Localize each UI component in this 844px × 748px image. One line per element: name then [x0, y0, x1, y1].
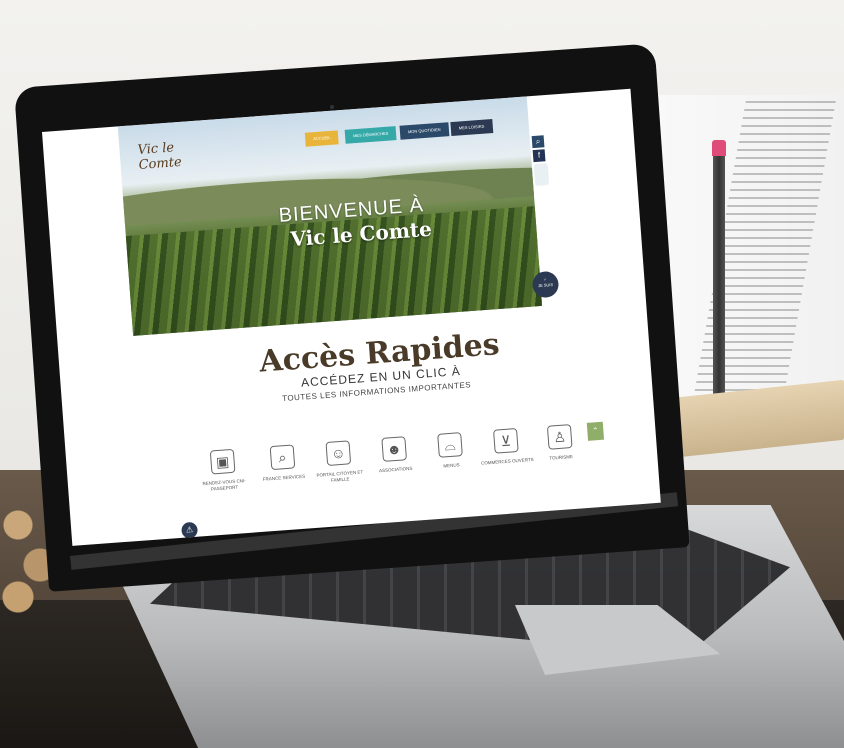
chevron-up-icon: ⌃	[591, 426, 600, 436]
associations-icon: ☻	[381, 436, 408, 462]
warning-icon: ⚠	[185, 525, 194, 535]
quick-link-tourisme[interactable]: ♙ TOURISME	[527, 423, 593, 464]
laptop-screen-website: Vic le Comte ACCUEIL MES DÉMARCHES MON Q…	[42, 88, 661, 546]
hiker-icon: ♙	[546, 424, 573, 450]
pen-cap	[712, 140, 726, 156]
basket-icon: ⊻	[493, 428, 519, 454]
passport-icon: ▣	[209, 448, 236, 475]
cloche-icon: ⌓	[437, 432, 463, 458]
quick-link-label: PORTAIL CITOYEN ET FAMILLE	[316, 469, 364, 483]
quick-link-label: ASSOCIATIONS	[378, 465, 413, 474]
nav-accueil-button[interactable]: ACCUEIL	[304, 130, 340, 147]
je-suis-label: JE SUIS	[537, 281, 554, 289]
pen	[713, 140, 725, 405]
quick-link-label: RENDEZ-VOUS CNI-PASSEPORT	[202, 478, 246, 492]
webcam	[330, 105, 334, 109]
quick-link-label: TOURISME	[549, 453, 574, 461]
site-logo[interactable]: Vic le Comte	[137, 138, 209, 173]
accessibility-button[interactable]: ⚠	[180, 521, 199, 539]
search-icon[interactable]: ⌕	[531, 135, 545, 149]
quick-link-label: COMMERCES OUVERTS	[480, 456, 534, 466]
side-badge-icon[interactable]	[533, 163, 550, 187]
citizen-portal-icon: ☺	[325, 440, 352, 467]
facebook-icon[interactable]: f	[532, 149, 546, 163]
quick-link-label: MENUS	[443, 462, 460, 469]
quick-link-passport[interactable]: ▣ RENDEZ-VOUS CNI-PASSEPORT	[190, 447, 257, 494]
scroll-to-top-button[interactable]: ⌃	[586, 421, 605, 441]
search-icon: ⌕	[543, 276, 547, 282]
quick-link-label: FRANCE SERVICES	[262, 473, 306, 482]
search-person-icon: ⌕	[269, 444, 296, 471]
